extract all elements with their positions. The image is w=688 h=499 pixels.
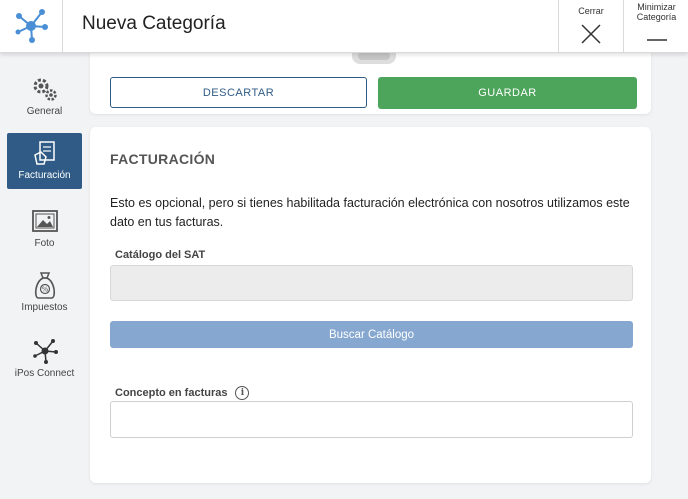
- section-description: Esto es opcional, pero si tienes habilit…: [110, 196, 630, 229]
- minimize-icon: [646, 39, 667, 41]
- sidebar-item-foto[interactable]: Foto: [7, 201, 82, 257]
- sidebar-item-label: Impuestos: [21, 302, 68, 313]
- billing-card: FACTURACIÓN Esto es opcional, pero si ti…: [90, 127, 651, 483]
- sidebar: General Facturación Foto % Impuestos iPo…: [0, 53, 88, 499]
- sidebar-item-facturacion[interactable]: Facturación: [7, 133, 82, 189]
- minimize-label-line1: Minimizar: [637, 2, 676, 12]
- close-icon: [581, 24, 601, 44]
- concept-input[interactable]: [110, 401, 633, 438]
- sidebar-item-ipos-connect[interactable]: iPos Connect: [7, 331, 82, 387]
- photo-icon: [31, 207, 59, 235]
- close-label: Cerrar: [578, 6, 604, 16]
- sidebar-item-label: Foto: [34, 238, 55, 249]
- network-icon: [31, 337, 59, 365]
- sidebar-item-label: iPos Connect: [14, 368, 75, 379]
- header-bar: Nueva Categoría Cerrar Minimizar Categor…: [0, 0, 688, 53]
- minimize-button[interactable]: Minimizar Categoría: [623, 0, 688, 52]
- sidebar-item-label: General: [26, 106, 63, 117]
- page-title: Nueva Categoría: [82, 13, 226, 34]
- minimize-label: Minimizar Categoría: [637, 2, 677, 22]
- tax-bag-icon: %: [32, 271, 58, 299]
- action-card: DESCARTAR GUARDAR: [90, 50, 651, 114]
- minimize-label-line2: Categoría: [636, 12, 677, 22]
- gears-icon: [31, 75, 59, 103]
- sat-catalog-label: Catálogo del SAT: [115, 249, 206, 261]
- sidebar-item-impuestos[interactable]: % Impuestos: [7, 265, 82, 321]
- network-logo-icon: [15, 9, 48, 43]
- invoice-icon: [32, 139, 58, 167]
- concept-label: Concepto en facturas: [115, 387, 228, 399]
- concept-label-row: Concepto en facturas i: [115, 386, 250, 400]
- svg-text:%: %: [41, 286, 48, 294]
- sat-catalog-field[interactable]: [110, 265, 633, 301]
- sidebar-item-label: Facturación: [18, 170, 71, 181]
- discard-button[interactable]: DESCARTAR: [110, 77, 367, 108]
- search-catalog-button[interactable]: Buscar Catálogo: [110, 321, 633, 348]
- save-button[interactable]: GUARDAR: [378, 77, 637, 109]
- close-button[interactable]: Cerrar: [558, 0, 623, 52]
- sidebar-item-general[interactable]: General: [7, 69, 82, 125]
- info-icon[interactable]: i: [235, 386, 250, 400]
- toggle-knob: [358, 52, 390, 60]
- section-title: FACTURACIÓN: [110, 151, 216, 167]
- app-logo: [0, 0, 63, 52]
